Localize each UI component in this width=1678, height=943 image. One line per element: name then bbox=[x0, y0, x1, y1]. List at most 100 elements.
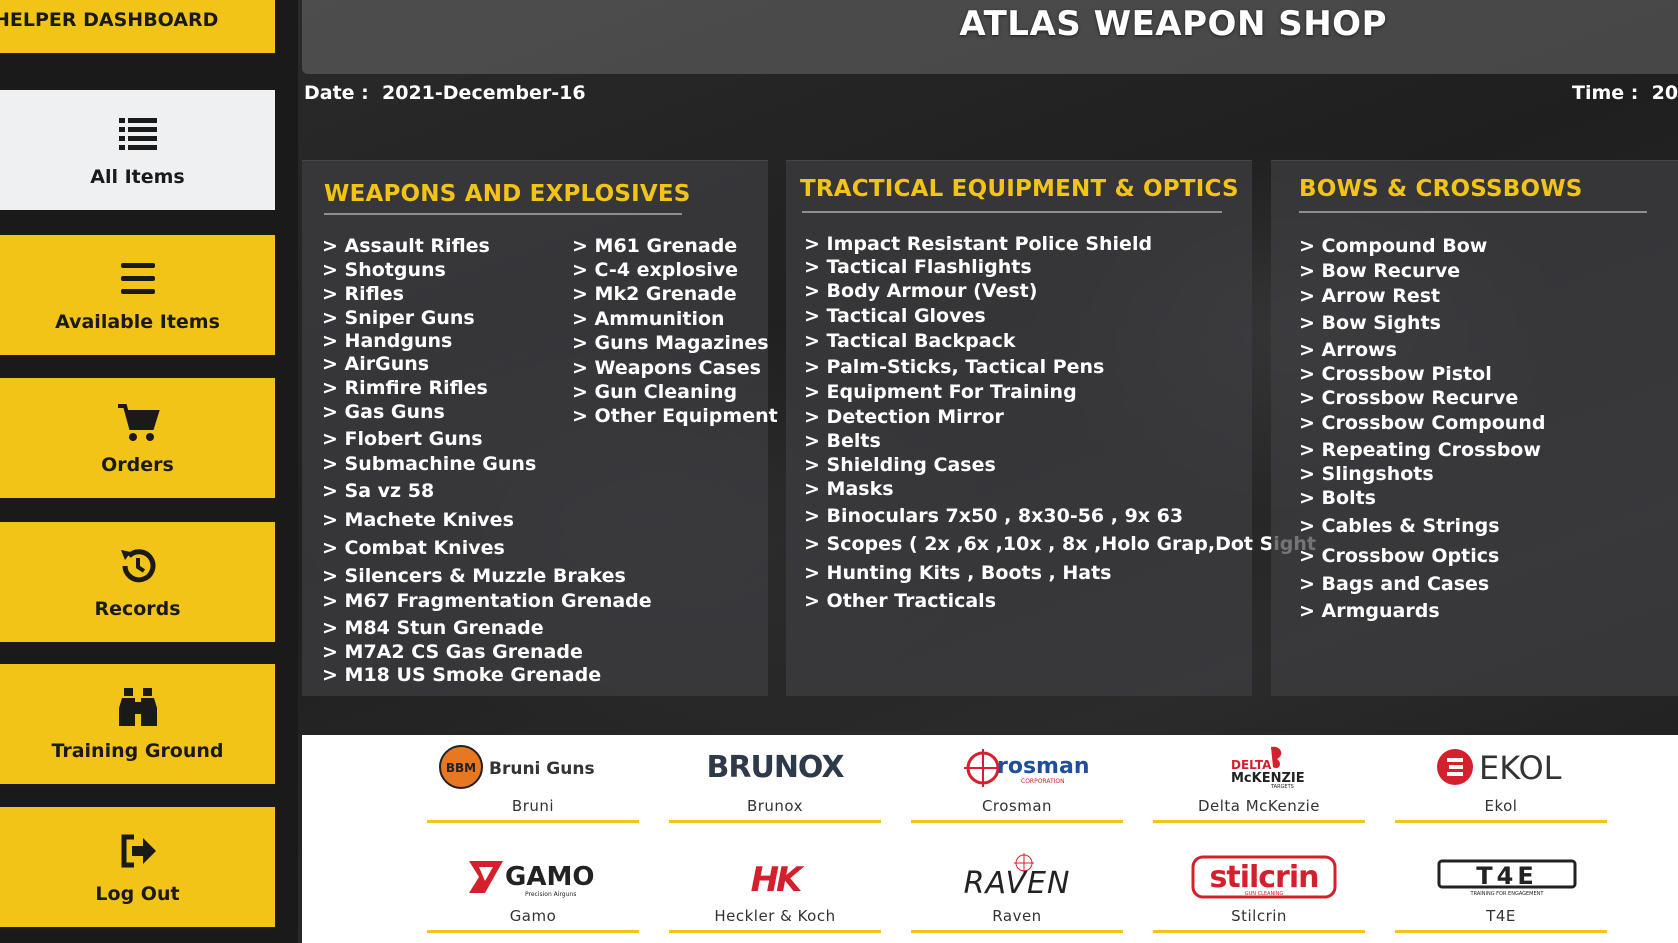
list-item[interactable]: Arrow Rest bbox=[1299, 285, 1545, 312]
list-item[interactable]: M18 US Smoke Grenade bbox=[322, 664, 652, 688]
brand-stilcrin[interactable]: stilcrin GUN CLEANING Stilcrin bbox=[1153, 845, 1365, 943]
list-item[interactable]: Guns Magazines bbox=[572, 332, 778, 357]
history-icon bbox=[120, 549, 155, 583]
brand-underline bbox=[427, 820, 639, 823]
brand-heckler-koch[interactable]: HK Heckler & Koch bbox=[669, 845, 881, 943]
list-item[interactable]: Crossbow Compound bbox=[1299, 412, 1546, 439]
brand-bruni[interactable]: BBM Bruni Guns Bruni bbox=[427, 735, 639, 835]
list-item[interactable]: Repeating Crossbow bbox=[1299, 439, 1545, 463]
list-item[interactable]: Ammunition bbox=[572, 308, 778, 332]
list-item[interactable]: Silencers & Muzzle Brakes bbox=[322, 565, 652, 590]
brand-raven[interactable]: RAVEN Raven bbox=[911, 845, 1123, 943]
svg-text:T4E: T4E bbox=[1476, 862, 1537, 890]
list-item[interactable]: Other Equipment bbox=[572, 405, 778, 429]
list-item[interactable]: Gun Cleaning bbox=[572, 381, 778, 405]
list-item[interactable]: Body Armour (Vest) bbox=[804, 280, 1316, 305]
list-item[interactable]: Bow Recurve bbox=[1299, 260, 1545, 285]
list-item[interactable]: Tactical Flashlights bbox=[804, 256, 1316, 280]
list-item[interactable]: Mk2 Grenade bbox=[572, 283, 778, 308]
logout-icon bbox=[121, 834, 156, 868]
list-item[interactable]: M7A2 CS Gas Grenade bbox=[322, 641, 652, 664]
list-item[interactable]: Tactical Gloves bbox=[804, 305, 1316, 330]
sidebar: HELPER DASHBOARD All Items Available Ite… bbox=[0, 0, 298, 943]
list-item[interactable]: Bags and Cases bbox=[1299, 573, 1545, 600]
list-item[interactable]: Masks bbox=[804, 478, 1316, 505]
bows-panel: BOWS & CROSSBOWS Compound BowBow Recurve… bbox=[1271, 160, 1678, 696]
list-item[interactable]: Crossbow Pistol bbox=[1299, 363, 1545, 387]
brand-underline bbox=[1153, 930, 1365, 933]
brand-crosman[interactable]: rosman CORPORATION Crosman bbox=[911, 735, 1123, 835]
sidebar-item-available-items[interactable]: Available Items bbox=[0, 235, 275, 355]
date-value: 2021-December-16 bbox=[382, 82, 586, 104]
list-item[interactable]: Detection Mirror bbox=[804, 406, 1316, 430]
list-item[interactable]: Palm-Sticks, Tactical Pens bbox=[804, 356, 1316, 381]
list-item[interactable]: Hunting Kits , Boots , Hats bbox=[804, 562, 1316, 590]
list-item[interactable]: Submachine Guns bbox=[322, 453, 652, 480]
list-item[interactable]: Bow Sights bbox=[1299, 312, 1545, 339]
brand-underline bbox=[669, 930, 881, 933]
list-item[interactable]: Flobert Guns bbox=[322, 428, 652, 453]
sidebar-item-records[interactable]: Records bbox=[0, 522, 275, 642]
title-bar: ATLAS WEAPON SHOP bbox=[302, 0, 1678, 74]
sidebar-item-all-items[interactable]: All Items bbox=[0, 90, 275, 210]
list-item[interactable]: Shielding Cases bbox=[804, 454, 1316, 478]
list-item[interactable]: Combat Knives bbox=[322, 537, 652, 565]
tactical-panel-title: TRACTICAL EQUIPMENT & OPTICS bbox=[800, 176, 1239, 202]
brand-name: Heckler & Koch bbox=[714, 907, 836, 925]
list-item[interactable]: M61 Grenade bbox=[572, 235, 778, 259]
time-label: Time : bbox=[1572, 82, 1639, 104]
list-item[interactable]: Crossbow Recurve bbox=[1299, 387, 1545, 412]
list-item[interactable]: Impact Resistant Police Shield bbox=[804, 233, 1316, 256]
list-item[interactable]: Cables & Strings bbox=[1299, 515, 1545, 545]
sidebar-item-log-out[interactable]: Log Out bbox=[0, 807, 275, 927]
list-item[interactable]: Scopes ( 2x ,6x ,10x , 8x ,Holo Grap,Dot… bbox=[804, 533, 1316, 562]
list-item[interactable]: Compound Bow bbox=[1299, 235, 1545, 260]
sidebar-item-orders[interactable]: Orders bbox=[0, 378, 275, 498]
sidebar-header: HELPER DASHBOARD bbox=[0, 0, 275, 53]
stilcrin-logo: stilcrin GUN CLEANING bbox=[1153, 845, 1365, 907]
sidebar-item-label: Records bbox=[94, 598, 181, 620]
brand-name: Bruni bbox=[511, 797, 555, 815]
list-item[interactable]: Bolts bbox=[1299, 487, 1545, 515]
list-item[interactable]: Arrows bbox=[1299, 339, 1545, 363]
list-item[interactable]: Weapons Cases bbox=[572, 357, 778, 381]
brand-t4e[interactable]: T4E TRAINING FOR ENGAGEMENT T4E bbox=[1395, 845, 1607, 943]
list-item[interactable]: Equipment For Training bbox=[804, 381, 1316, 406]
svg-text:TARGETS: TARGETS bbox=[1270, 784, 1294, 790]
brand-name: Delta McKenzie bbox=[1197, 797, 1321, 815]
brand-underline bbox=[427, 930, 639, 933]
list-item[interactable]: Tactical Backpack bbox=[804, 330, 1316, 356]
sidebar-item-training-ground[interactable]: Training Ground bbox=[0, 664, 275, 784]
svg-text:GAMO: GAMO bbox=[505, 862, 594, 892]
list-item[interactable]: Sa vz 58 bbox=[322, 480, 652, 509]
sidebar-item-label: Training Ground bbox=[51, 740, 224, 762]
brunox-logo: BRUNOX bbox=[669, 735, 881, 797]
list-item[interactable]: Armguards bbox=[1299, 600, 1545, 624]
list-item[interactable]: M67 Fragmentation Grenade bbox=[322, 590, 652, 617]
brand-brunox[interactable]: BRUNOX Brunox bbox=[669, 735, 881, 835]
list-item[interactable]: Crossbow Optics bbox=[1299, 545, 1545, 573]
brand-gamo[interactable]: GAMO Precision Airguns Gamo bbox=[427, 845, 639, 943]
list-item[interactable]: Slingshots bbox=[1299, 463, 1545, 487]
list-item[interactable]: Other Tracticals bbox=[804, 590, 1316, 614]
svg-text:GUN CLEANING: GUN CLEANING bbox=[1245, 891, 1284, 897]
page-title: ATLAS WEAPON SHOP bbox=[959, 4, 1387, 44]
svg-text:RAVEN: RAVEN bbox=[964, 866, 1071, 901]
brand-delta-mckenzie[interactable]: DELTA McKENZIE TARGETS Delta McKenzie bbox=[1153, 735, 1365, 835]
ekol-logo: EKOL bbox=[1395, 735, 1607, 797]
brand-name: Stilcrin bbox=[1231, 907, 1287, 925]
brand-underline bbox=[1395, 820, 1607, 823]
list-item[interactable]: Machete Knives bbox=[322, 509, 652, 537]
list-item[interactable]: C-4 explosive bbox=[572, 259, 778, 283]
sidebar-item-label: Log Out bbox=[95, 883, 180, 905]
list-item[interactable]: Belts bbox=[804, 430, 1316, 454]
bows-panel-title: BOWS & CROSSBOWS bbox=[1299, 176, 1583, 202]
list-item[interactable]: Binoculars 7x50 , 8x30-56 , 9x 63 bbox=[804, 505, 1316, 533]
date-display: Date : 2021-December-16 bbox=[304, 82, 586, 104]
svg-text:Precision Airguns: Precision Airguns bbox=[525, 891, 576, 898]
crosman-logo: rosman CORPORATION bbox=[911, 735, 1123, 797]
brand-ekol[interactable]: EKOL Ekol bbox=[1395, 735, 1607, 835]
list-item[interactable]: M84 Stun Grenade bbox=[322, 617, 652, 641]
delta-mckenzie-logo: DELTA McKENZIE TARGETS bbox=[1153, 735, 1365, 797]
svg-text:stilcrin: stilcrin bbox=[1210, 860, 1319, 895]
